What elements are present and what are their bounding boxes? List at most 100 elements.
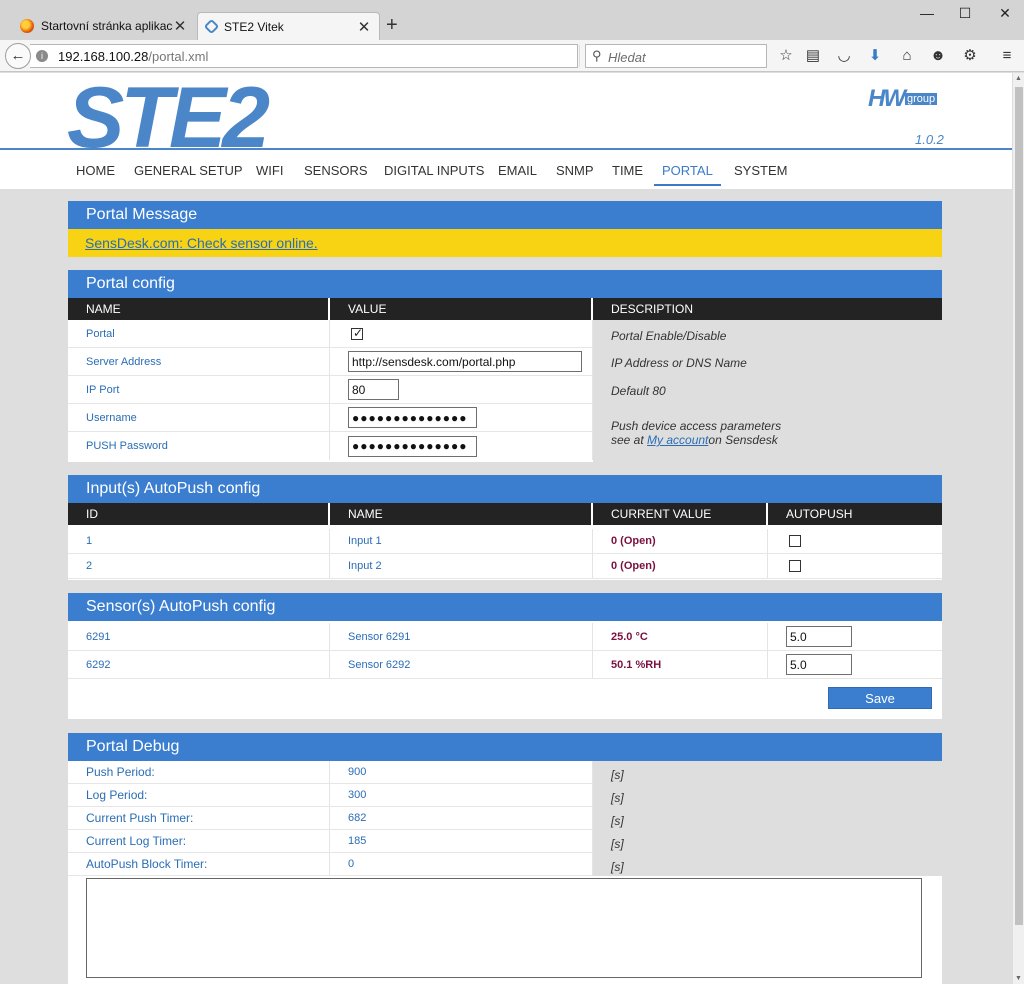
debug-unit: [s]: [611, 837, 624, 851]
minimize-button[interactable]: —: [918, 4, 936, 22]
close-window-button[interactable]: ✕: [996, 4, 1014, 22]
firefox-icon: [20, 19, 34, 33]
username-input[interactable]: [348, 407, 477, 428]
table-row: Server Address: [68, 348, 593, 376]
back-arrow-icon[interactable]: ←: [5, 43, 31, 69]
page-scrollbar[interactable]: ▲ ▼: [1012, 73, 1024, 984]
tab-label: Startovní stránka aplikace ...: [41, 19, 173, 33]
column-header: CURRENT VALUE: [593, 503, 768, 525]
debug-label: Current Push Timer:: [86, 811, 194, 825]
row-label: Server Address: [86, 355, 162, 368]
sensors-autopush-panel: Sensor(s) AutoPush config 6291 Sensor 62…: [68, 593, 942, 719]
sensdesk-link[interactable]: SensDesk.com: Check sensor online.: [85, 235, 318, 251]
autopush-checkbox[interactable]: [789, 535, 801, 547]
search-input[interactable]: ⚲ Hledat: [585, 44, 767, 68]
description-text: Portal Enable/Disable: [611, 329, 727, 343]
debug-label: Current Log Timer:: [86, 834, 187, 848]
page-content: STE2 HW group 1.0.2 HOME GENERAL SETUP WI…: [0, 73, 1012, 984]
panel-title: Portal config: [68, 270, 942, 298]
debug-label: Log Period:: [86, 788, 148, 802]
panel-title: Portal Debug: [68, 733, 942, 761]
menu-system[interactable]: SYSTEM: [734, 163, 787, 178]
maximize-button[interactable]: ☐: [956, 4, 974, 22]
close-tab-icon[interactable]: ✕: [173, 17, 187, 35]
scroll-up-icon[interactable]: ▲: [1015, 75, 1022, 82]
input-value: 0 (Open): [611, 560, 656, 572]
url-bar[interactable]: i 192.168.100.28/portal.xml ⟳: [30, 44, 599, 68]
table-header: ID NAME CURRENT VALUE AUTOPUSH: [68, 503, 942, 525]
server-address-input[interactable]: [348, 351, 582, 372]
smiley-icon[interactable]: ☻: [927, 46, 949, 66]
close-tab-icon[interactable]: ✕: [357, 18, 371, 36]
my-account-link[interactable]: My account: [647, 433, 708, 447]
reading-list-icon[interactable]: ▤: [802, 46, 824, 66]
info-icon[interactable]: i: [36, 50, 48, 62]
table-row: Push Period: 900: [68, 761, 593, 784]
sensor-name: Sensor 6291: [348, 630, 411, 643]
browser-tab-ste2[interactable]: STE2 Vitek ✕: [197, 12, 380, 40]
debug-log-textarea[interactable]: [86, 878, 922, 978]
autopush-checkbox[interactable]: [789, 560, 801, 572]
search-icon: ⚲: [592, 48, 602, 63]
inputs-autopush-panel: Input(s) AutoPush config ID NAME CURRENT…: [68, 475, 942, 580]
panel-title: Sensor(s) AutoPush config: [68, 593, 942, 621]
scroll-down-icon[interactable]: ▼: [1015, 975, 1022, 982]
debug-value: 900: [348, 766, 367, 778]
pocket-icon[interactable]: ◡: [833, 46, 855, 66]
column-header: NAME: [330, 503, 593, 525]
menu-snmp[interactable]: SNMP: [556, 163, 594, 178]
download-icon[interactable]: ⬇: [864, 46, 886, 66]
menu-sensors[interactable]: SENSORS: [304, 163, 368, 178]
search-placeholder: Hledat: [608, 50, 646, 65]
column-header: AUTOPUSH: [786, 507, 853, 521]
new-tab-button[interactable]: +: [386, 14, 398, 36]
column-header: NAME: [68, 298, 330, 320]
row-label: PUSH Password: [86, 440, 168, 452]
portal-message-panel: Portal Message SensDesk.com: Check senso…: [68, 201, 942, 257]
url-host: 192.168.100.28: [58, 49, 149, 64]
menu-time[interactable]: TIME: [612, 163, 643, 178]
hwgroup-logo: HW group: [868, 85, 938, 112]
browser-tab-bar: Startovní stránka aplikace ... ✕ STE2 Vi…: [0, 0, 1024, 40]
debug-value: 0: [348, 858, 355, 870]
sensor-delta-input[interactable]: [786, 626, 852, 647]
debug-unit: [s]: [611, 768, 624, 782]
table-row: 2 Input 2 0 (Open): [68, 554, 942, 579]
menu-home[interactable]: HOME: [76, 163, 115, 178]
input-id: 1: [86, 535, 93, 547]
tab-label: STE2 Vitek: [224, 19, 284, 34]
browser-tab-start-page[interactable]: Startovní stránka aplikace ... ✕: [12, 12, 195, 40]
header-divider: [0, 148, 1012, 150]
table-row: 6291 Sensor 6291 25.0 °C: [68, 623, 942, 651]
sensor-id: 6292: [86, 658, 111, 671]
sensor-delta-input[interactable]: [786, 654, 852, 675]
panel-title: Portal Message: [68, 201, 942, 229]
column-header: DESCRIPTION: [611, 302, 694, 316]
table-row: AutoPush Block Timer: 0: [68, 853, 593, 876]
table-row: 1 Input 1 0 (Open): [68, 529, 942, 554]
home-icon[interactable]: ⌂: [896, 46, 918, 66]
star-icon[interactable]: ☆: [775, 46, 797, 66]
save-button[interactable]: Save: [828, 687, 932, 709]
sensor-id: 6291: [86, 630, 111, 643]
push-password-input[interactable]: [348, 435, 477, 457]
link-icon: [203, 18, 220, 35]
menu-portal[interactable]: PORTAL: [654, 163, 721, 186]
menu-wifi[interactable]: WIFI: [256, 163, 283, 178]
portal-enable-checkbox[interactable]: [351, 326, 363, 340]
input-name: Input 1: [348, 535, 382, 547]
menu-email[interactable]: EMAIL: [498, 163, 537, 178]
gear-icon[interactable]: ⚙: [959, 46, 981, 66]
menu-general-setup[interactable]: GENERAL SETUP: [134, 163, 243, 178]
unit-column: [593, 761, 942, 876]
menu-digital-inputs[interactable]: DIGITAL INPUTS: [384, 163, 484, 178]
table-header: NAME VALUE DESCRIPTION: [68, 298, 942, 320]
hamburger-menu-icon[interactable]: ≡: [996, 46, 1018, 66]
scrollbar-thumb[interactable]: [1015, 87, 1023, 925]
url-path: /portal.xml: [148, 49, 209, 64]
site-header: STE2 HW group 1.0.2 HOME GENERAL SETUP WI…: [0, 73, 1012, 189]
debug-unit: [s]: [611, 791, 624, 805]
debug-value: 185: [348, 835, 367, 847]
ip-port-input[interactable]: [348, 379, 399, 400]
table-row: Current Log Timer: 185: [68, 830, 593, 853]
